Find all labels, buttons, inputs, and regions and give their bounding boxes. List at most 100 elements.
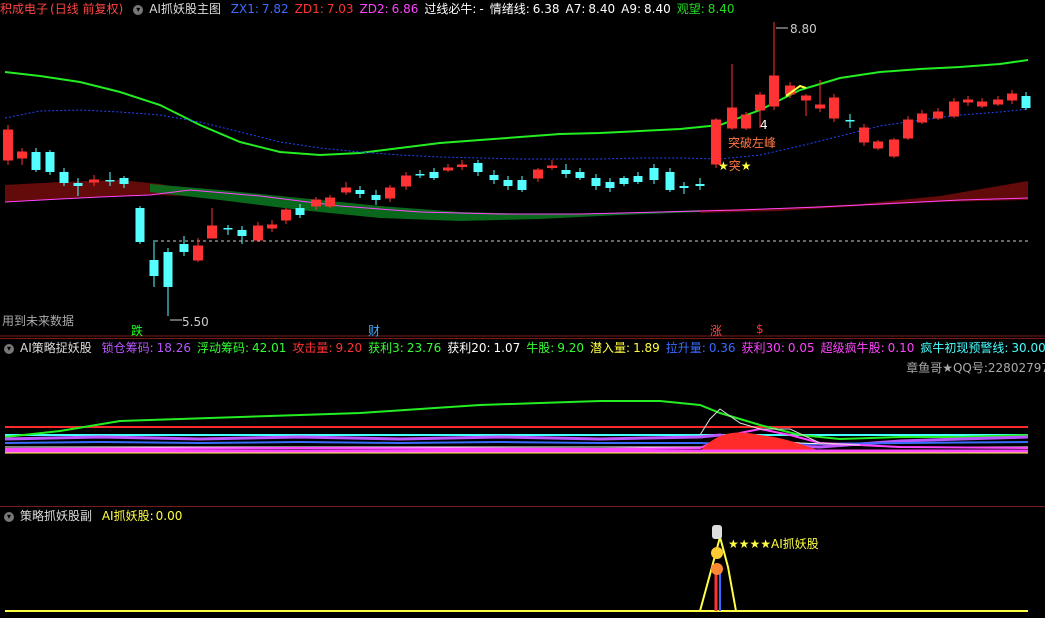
panel1-field-label-0: ZX1:: [230, 2, 259, 16]
candle-fill-23: [341, 188, 351, 192]
candle-body-38: [561, 170, 571, 174]
candle-fill-27: [401, 176, 411, 186]
candle-fill-60: [889, 140, 899, 156]
panel1-field-1: ZD1: 7.03: [295, 2, 354, 16]
stock-name: 积成电子: [0, 2, 49, 16]
candle-body-25: [371, 195, 381, 200]
strategy-indicator-header: ▾ AI策略捉妖股 锁仓筹码: 18.26 浮动筹码: 42.01 攻击量: 9.20 获利3…: [0, 339, 1045, 357]
marker-die: 跌: [131, 324, 144, 337]
candle-body-16: [237, 230, 247, 236]
future-data-note: 用到未来数据: [2, 314, 75, 328]
panel1-field-3: 过线必牛: -: [424, 2, 483, 16]
main-indicator-fields: ZX1: 7.82 ZD1: 7.03 ZD2: 6.86 过线必牛: - 情绪线: 6.38 A7…: [231, 2, 741, 16]
floating-chips-line: [4, 400, 1029, 441]
main-chart-panel[interactable]: 积成电子 (日线 前复权) ▾ AI抓妖股主图 ZX1: 7.82 ZD1: 7.03 ZD2…: [0, 0, 1045, 337]
watermark: 章鱼哥★QQ号:22802797: [906, 361, 1045, 375]
cloud-green-middle: [150, 184, 700, 221]
panel2-field-value-9: 0.10: [887, 341, 915, 355]
candle-fill-14: [207, 226, 217, 238]
panel2-field-0: 锁仓筹码: 18.26: [102, 341, 191, 355]
candle-fill-59: [873, 142, 883, 148]
panel1-field-value-2: 6.86: [391, 2, 419, 16]
panel2-field-value-1: 42.01: [252, 341, 287, 355]
signal-indicator-panel[interactable]: ▾ 策略抓妖股副 AI抓妖股: 0.00 ★★★★AI抓妖股: [0, 506, 1045, 618]
strategy-lines-chart[interactable]: [0, 339, 1045, 506]
candle-fill-22: [325, 198, 335, 206]
candle-fill-64: [949, 102, 959, 116]
candle-body-39: [575, 172, 585, 178]
panel1-field-label-5: A7:: [565, 2, 586, 16]
chevron-up-icon: [711, 563, 723, 575]
panel2-field-label-3: 获利3:: [368, 341, 404, 355]
panel2-field-value-4: 1.07: [493, 341, 521, 355]
candle-body-33: [489, 175, 499, 180]
signal-indicator-name[interactable]: 策略抓妖股副: [20, 509, 92, 523]
pink-band-line: [4, 189, 1029, 215]
candle-fill-0: [3, 130, 13, 160]
panel2-field-value-5: 9.20: [557, 341, 585, 355]
strategy-indicator-panel[interactable]: ▾ AI策略捉妖股 锁仓筹码: 18.26 浮动筹码: 42.01 攻击量: 9.20 获利3…: [0, 338, 1045, 506]
candle-body-5: [73, 183, 83, 186]
panel1-field-value-1: 7.03: [326, 2, 354, 16]
panel1-field-value-3: -: [479, 2, 484, 16]
strategy-indicator-name[interactable]: AI策略捉妖股: [20, 341, 92, 355]
panel2-field-7: 拉升量: 0.36: [666, 341, 736, 355]
candle-fill-62: [917, 114, 927, 122]
panel1-field-0: ZX1: 7.82: [231, 2, 289, 16]
candle-body-43: [633, 176, 643, 182]
panel2-field-label-2: 攻击量:: [292, 341, 333, 355]
candle-body-10: [149, 260, 159, 276]
candlestick-chart[interactable]: [0, 0, 1045, 337]
candle-fill-61: [903, 120, 913, 138]
panel1-field-value-6: 8.40: [644, 2, 671, 16]
candle-fill-56: [829, 98, 839, 118]
panel2-field-3: 获利3: 23.76: [368, 341, 441, 355]
panel2-field-1: 浮动筹码: 42.01: [197, 341, 286, 355]
candle-fill-55: [815, 105, 825, 108]
panel2-field-value-3: 23.76: [406, 341, 442, 355]
candle-body-4: [59, 172, 69, 183]
panel2-field-value-6: 1.89: [633, 341, 660, 355]
money-bag-icon: [712, 525, 722, 539]
breakout-label: 突破左峰: [728, 136, 777, 150]
panel2-field-5: 牛股: 9.20: [526, 341, 584, 355]
panel1-field-7: 观望: 8.40: [677, 2, 735, 16]
candle-fill-58: [859, 128, 869, 142]
signal-indicator-header: ▾ 策略抓妖股副 AI抓妖股: 0.00: [0, 507, 188, 525]
panel1-field-label-2: ZD2:: [359, 2, 389, 16]
indicator-settings-icon[interactable]: ▾: [4, 511, 14, 522]
main-indicator-name[interactable]: AI抓妖股主图: [149, 2, 221, 16]
panel2-field-value-8: 0.05: [787, 341, 815, 355]
candle-body-11: [163, 252, 173, 287]
candle-fill-36: [533, 170, 543, 178]
candle-fill-30: [443, 168, 453, 170]
panel2-field-value-0: 18.26: [156, 341, 191, 355]
marker-cai: 财: [368, 324, 381, 337]
candle-fill-54: [801, 96, 811, 100]
candle-body-57: [845, 120, 855, 122]
panel1-field-4: 情绪线: 6.38: [490, 2, 560, 16]
cloud-red-right: [700, 181, 1028, 213]
candle-body-34: [503, 180, 513, 186]
panel2-field-value-2: 9.20: [335, 341, 363, 355]
high-price-label: 8.80: [790, 22, 817, 36]
candle-body-9: [135, 208, 145, 242]
panel2-field-6: 潜入量: 1.89: [590, 341, 660, 355]
marker-zhang: 涨: [710, 324, 723, 337]
panel2-field-value-10: 30.00: [1011, 341, 1045, 355]
panel2-field-label-4: 获利20:: [447, 341, 491, 355]
panel2-field-10: 疯牛初现预警线: 30.00: [920, 341, 1045, 355]
candle-body-28: [415, 174, 425, 176]
indicator-settings-icon[interactable]: ▾: [4, 343, 14, 354]
panel1-field-label-1: ZD1:: [294, 2, 324, 16]
candle-fill-63: [933, 112, 943, 118]
panel2-field-label-8: 获利30:: [741, 341, 785, 355]
candle-body-15: [223, 228, 233, 230]
candle-fill-37: [547, 166, 557, 168]
panel2-field-2: 攻击量: 9.20: [292, 341, 362, 355]
panel2-field-value-7: 0.36: [708, 341, 736, 355]
panel2-field-label-10: 疯牛初现预警线:: [920, 341, 1009, 355]
candle-body-7: [105, 180, 115, 182]
indicator-settings-icon[interactable]: ▾: [133, 4, 144, 15]
breakout-star-label: ★突★: [718, 159, 752, 173]
